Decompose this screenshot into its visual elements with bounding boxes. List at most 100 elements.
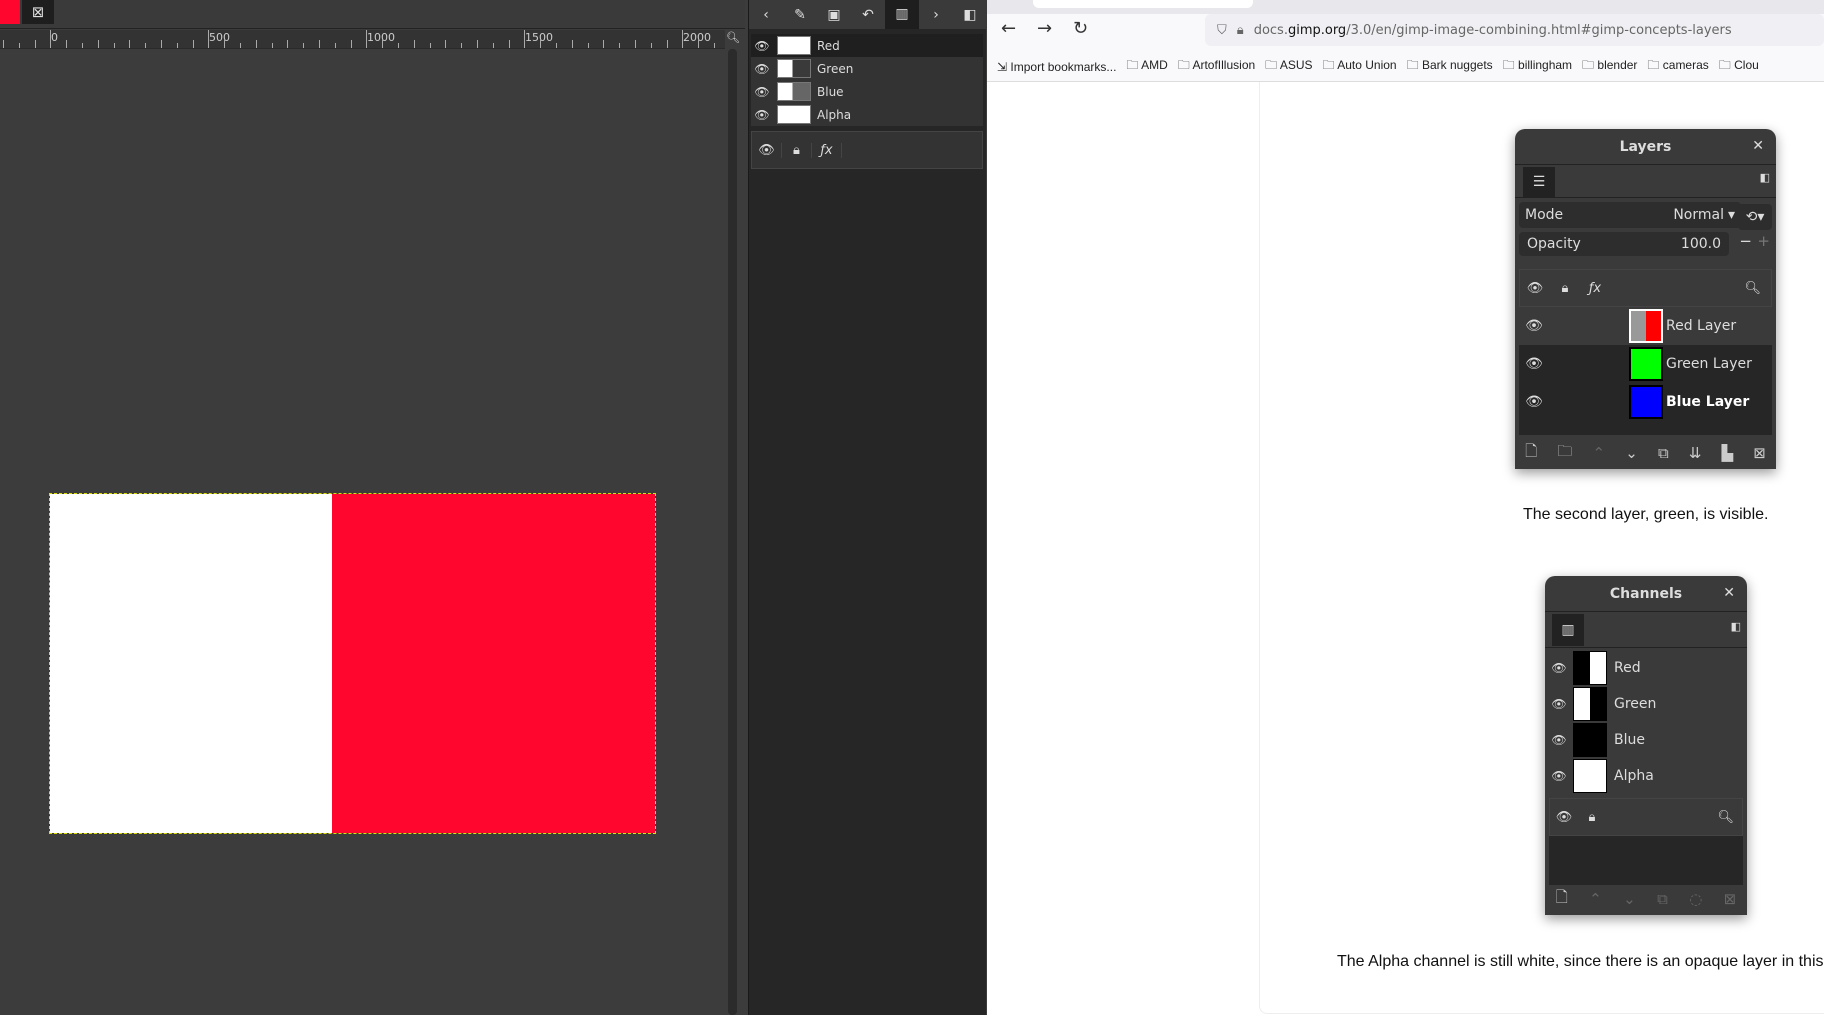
undo-icon[interactable]: ↶ (851, 7, 885, 23)
ruler-tick (461, 43, 463, 48)
channel-name: Blue (817, 84, 844, 99)
channel-row-blue[interactable]: 👁︎ Blue (751, 80, 983, 103)
channels-footer: 🗋 ⌃ ⌄ ⧉ ◌ ⊠ (1545, 883, 1747, 915)
lock-icon[interactable]: 🔒︎ (1237, 23, 1244, 38)
ruler-tick (540, 40, 542, 48)
to-selection-icon: ◌ (1689, 890, 1703, 908)
ruler-tick (334, 43, 336, 48)
layer-row: 👁︎ Blue Layer (1519, 383, 1772, 421)
active-tab[interactable] (1033, 0, 1253, 8)
reload-icon[interactable]: ↻ (1073, 18, 1088, 39)
close-icon: ✕ (1752, 138, 1764, 154)
zoom-icon[interactable]: 🔍︎ (726, 31, 740, 44)
channel-row-green[interactable]: 👁︎ Green (751, 57, 983, 80)
ruler-tick (714, 43, 715, 48)
dock-menu-icon[interactable]: ◧ (953, 7, 987, 23)
white-region (50, 494, 332, 833)
ruler-label: 500 (209, 31, 230, 44)
eye-icon: 👁︎ (1551, 769, 1567, 783)
lock-icon[interactable]: 🔒︎ (782, 142, 812, 158)
channel-thumbnail (777, 105, 811, 124)
channel-row-alpha[interactable]: 👁︎ Alpha (751, 103, 983, 126)
ruler-tick (571, 40, 573, 48)
ruler-tick (508, 40, 510, 48)
layers-header: 👁︎ 🔒︎ ƒx 🔍︎ (1519, 269, 1772, 307)
bookmark-folder[interactable]: 🗀 Auto Union (1323, 56, 1397, 77)
raise-icon: ⌃ (1592, 444, 1606, 462)
eye-icon: 👁︎ (1525, 356, 1543, 372)
layer-row: 👁︎ Red Layer (1519, 307, 1772, 345)
horizontal-ruler: 0 500 1000 1500 2000 🔍︎ (0, 30, 740, 49)
channel-row: 👁︎ Alpha (1548, 758, 1744, 794)
ruler-label: 1500 (525, 31, 553, 44)
ruler-tick (192, 40, 194, 48)
bookmark-folder[interactable]: 🗀 cameras (1647, 56, 1708, 77)
eye-icon[interactable]: 👁︎ (751, 62, 773, 76)
ruler-tick (524, 30, 526, 48)
scroll-left-icon[interactable]: ‹ (749, 7, 783, 23)
caption-green-visible: The second layer, green, is visible. (1523, 506, 1769, 523)
ruler-tick (445, 40, 447, 48)
search-icon: 🔍︎ (1744, 280, 1761, 296)
eye-icon[interactable]: 👁︎ (752, 142, 782, 158)
eye-icon: 👁︎ (1525, 318, 1543, 334)
bookmark-folder[interactable]: 🗀 AMD (1126, 56, 1167, 77)
bookmark-folder[interactable]: 🗀 blender (1582, 56, 1637, 77)
ruler-tick (682, 30, 684, 48)
mode-select: Mode Normal ▾ (1519, 202, 1741, 228)
channels-tab-icon[interactable]: ▥ (885, 0, 919, 29)
url-bar[interactable]: ⛉ 🔒︎ docs. gimp.org/3.0/en/gimp-image-com… (1205, 14, 1824, 46)
fx-icon[interactable]: ƒx (812, 142, 842, 158)
ruler-label: 0 (51, 31, 58, 44)
caption-alpha-white: The Alpha channel is still white, since … (1337, 953, 1824, 970)
ruler-tick (176, 43, 178, 48)
bookmark-folder[interactable]: 🗀 billingham (1503, 56, 1572, 77)
ruler-tick (413, 40, 415, 48)
bookmark-folder[interactable]: 🗀 ASUS (1265, 56, 1312, 77)
ruler-tick (287, 40, 289, 48)
channel-row-red[interactable]: 👁︎ Red (751, 34, 983, 57)
channels-dock: ‹ ✎ ▣ ↶ ▥ › ◧ 👁︎ Red 👁︎ Green 👁︎ Blue 👁︎ Alp… (748, 0, 987, 1015)
dialog-title: Layers ✕ (1515, 129, 1776, 165)
bookmark-folder[interactable]: 🗀 ArtofIllusion (1178, 56, 1255, 77)
fx-icon: ƒx (1588, 280, 1602, 296)
bookmark-folder[interactable]: 🗀 Bark nuggets (1407, 56, 1493, 77)
ruler-tick (208, 30, 210, 48)
selection-icon[interactable]: ▣ (817, 7, 851, 23)
eye-icon[interactable]: 👁︎ (751, 108, 773, 122)
canvas-area[interactable] (0, 49, 730, 1015)
channel-thumbnail (777, 59, 811, 78)
forward-icon[interactable]: → (1037, 18, 1052, 39)
ruler-tick (492, 43, 494, 48)
layers-tab-icon: ☰ (1523, 167, 1555, 197)
channels-tab-icon: ▥ (1552, 614, 1584, 646)
ruler-tick (650, 43, 652, 48)
eye-icon: 👁︎ (1551, 697, 1567, 711)
browser-window: ← → ↻ ⛉ 🔒︎ docs. gimp.org/3.0/en/gimp-ima… (987, 0, 1824, 1015)
mask-icon: ▙ (1721, 444, 1734, 462)
merge-icon: ⇊ (1688, 444, 1702, 462)
shield-icon[interactable]: ⛉ (1217, 23, 1227, 38)
ruler-tick (635, 40, 636, 48)
channels-dialog-screenshot: Channels ✕ ▥ ◧ 👁︎ Red 👁︎ Green 👁︎ Blue 👁︎ Alp… (1545, 576, 1747, 915)
bookmark-import[interactable]: ⇲ Import bookmarks... (997, 60, 1116, 74)
image-tab-thumbnail[interactable] (0, 0, 20, 24)
vertical-scrollbar[interactable] (728, 49, 737, 1015)
bookmark-folder[interactable]: 🗀 Clou (1719, 56, 1759, 77)
eye-icon[interactable]: 👁︎ (751, 85, 773, 99)
scroll-right-icon[interactable]: › (919, 7, 953, 23)
ruler-tick (619, 43, 621, 48)
image-canvas[interactable] (49, 493, 656, 834)
brush-icon[interactable]: ✎ (783, 7, 817, 23)
ruler-label: 1000 (367, 31, 395, 44)
ruler-tick (477, 40, 478, 48)
back-icon[interactable]: ← (1001, 18, 1016, 39)
layer-thumbnail (1629, 347, 1663, 381)
ruler-tick (82, 43, 83, 48)
ruler-tick (50, 30, 52, 48)
url-path: /3.0/en/gimp-image-combining.html#gimp-c… (1346, 22, 1732, 38)
ruler-tick (97, 40, 99, 48)
layer-thumbnail (1629, 309, 1663, 343)
eye-icon[interactable]: 👁︎ (751, 39, 773, 53)
close-tab-icon[interactable]: ⊠ (22, 0, 54, 24)
